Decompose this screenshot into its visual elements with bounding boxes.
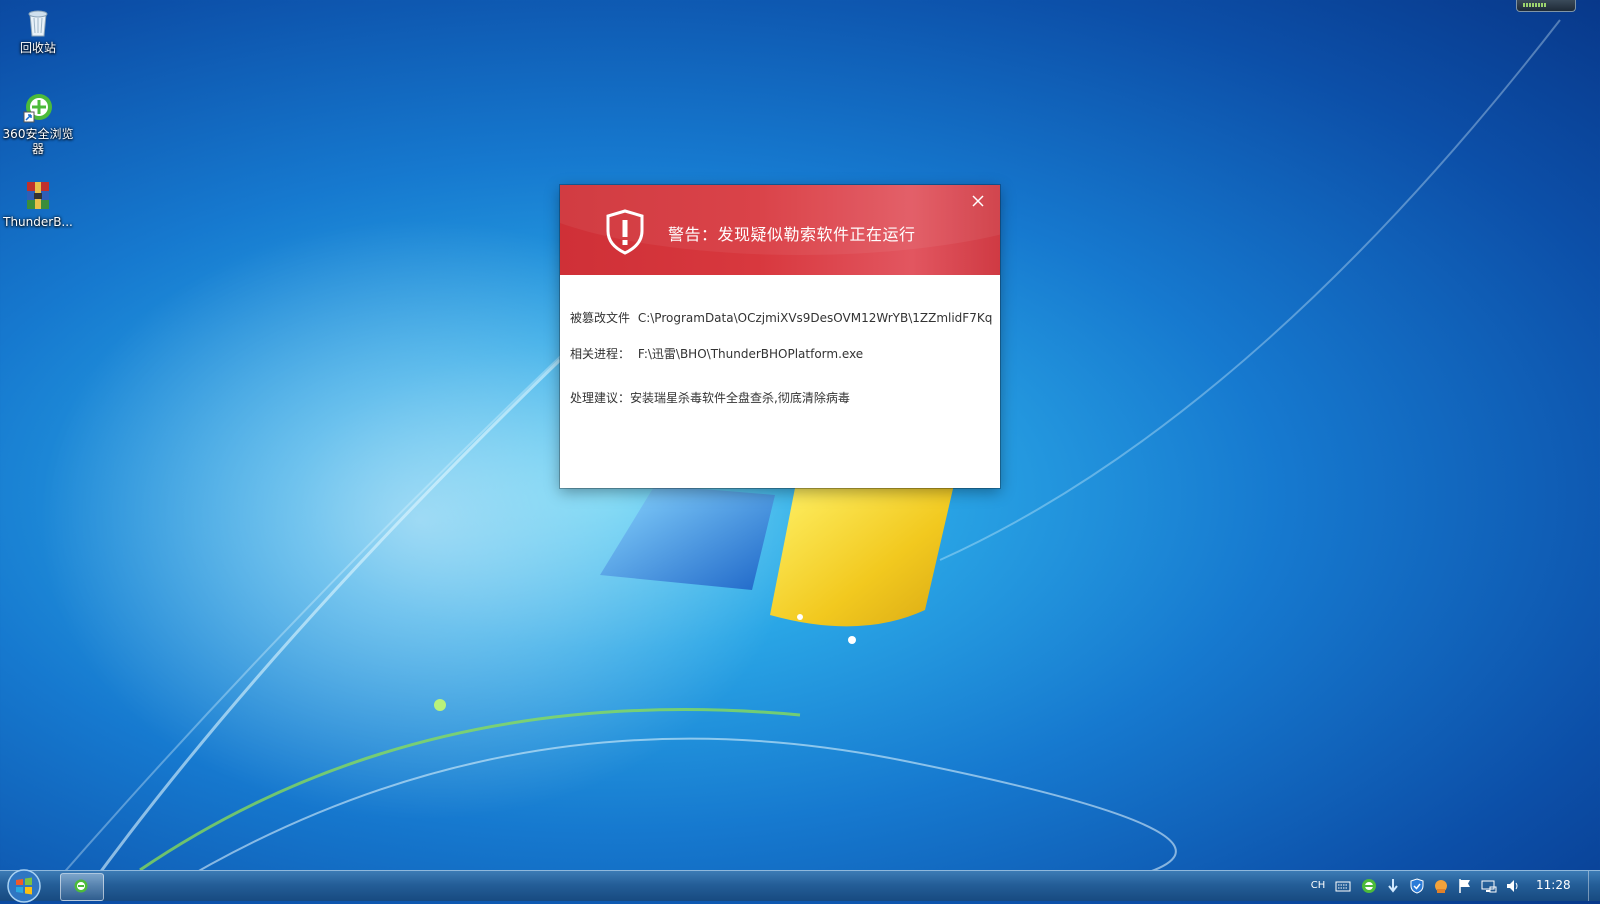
related-process-row: 相关进程： F:\迅雷\BHO\ThunderBHOPlatform.exe bbox=[570, 345, 992, 362]
advice-text: 安装瑞星杀毒软件全盘查杀,彻底清除病毒 bbox=[630, 391, 850, 405]
shield-tray-icon[interactable] bbox=[1408, 877, 1426, 895]
windows-start-icon[interactable] bbox=[6, 868, 42, 904]
browser-360-icon bbox=[23, 94, 52, 123]
shield-exclamation-icon bbox=[606, 209, 644, 255]
desktop-icon-recycle-bin[interactable]: 回收站 bbox=[0, 6, 76, 56]
alert-title: 警告：发现疑似勒索软件正在运行 bbox=[668, 225, 916, 244]
language-indicator[interactable]: CH bbox=[1308, 877, 1328, 895]
network-icon[interactable] bbox=[1480, 877, 1498, 895]
taskbar-pinned-360-browser[interactable] bbox=[60, 873, 104, 901]
browser-360-tray-icon[interactable] bbox=[1360, 877, 1378, 895]
gadget-meter bbox=[1523, 3, 1547, 7]
desktop-gadget[interactable] bbox=[1516, 0, 1576, 12]
taskbar: CH 11:28 bbox=[0, 868, 1600, 904]
advice-row: 处理建议：安装瑞星杀毒软件全盘查杀,彻底清除病毒 bbox=[570, 389, 992, 406]
volume-icon[interactable] bbox=[1504, 877, 1522, 895]
flag-icon[interactable] bbox=[1456, 877, 1474, 895]
recycle-bin-icon bbox=[28, 10, 48, 37]
related-process-label: 相关进程： bbox=[570, 347, 631, 361]
tampered-file-path: C:\ProgramData\OCzjmiXVs9DesOVM12WrYB\1Z… bbox=[637, 311, 992, 325]
desktop-icon-thunderb[interactable]: ThunderB... bbox=[0, 180, 76, 230]
close-icon[interactable] bbox=[970, 193, 986, 209]
related-process-path: F:\迅雷\BHO\ThunderBHOPlatform.exe bbox=[637, 347, 864, 361]
desktop-icon-360-browser[interactable]: 360安全浏览器 bbox=[0, 92, 76, 157]
taskbar-clock[interactable]: 11:28 bbox=[1536, 878, 1571, 892]
desktop-icon-label: 回收站 bbox=[19, 41, 56, 55]
keyboard-icon[interactable] bbox=[1334, 877, 1352, 895]
download-icon[interactable] bbox=[1384, 877, 1402, 895]
security-lion-icon[interactable] bbox=[1432, 877, 1450, 895]
tampered-file-label: 被篡改文件 bbox=[570, 311, 631, 325]
desktop-icon-label: ThunderB... bbox=[3, 215, 73, 229]
winrar-archive-icon bbox=[27, 182, 49, 209]
browser-360-icon bbox=[74, 879, 88, 893]
show-desktop-button[interactable] bbox=[1588, 871, 1600, 901]
alert-header: 警告：发现疑似勒索软件正在运行 bbox=[560, 185, 1000, 275]
desktop-icon-label: 360安全浏览器 bbox=[2, 127, 74, 156]
advice-label: 处理建议： bbox=[570, 391, 631, 405]
ransomware-alert-dialog: 警告：发现疑似勒索软件正在运行 被篡改文件 C:\ProgramData\OCz… bbox=[560, 185, 1000, 488]
tampered-file-row: 被篡改文件 C:\ProgramData\OCzjmiXVs9DesOVM12W… bbox=[570, 309, 992, 326]
